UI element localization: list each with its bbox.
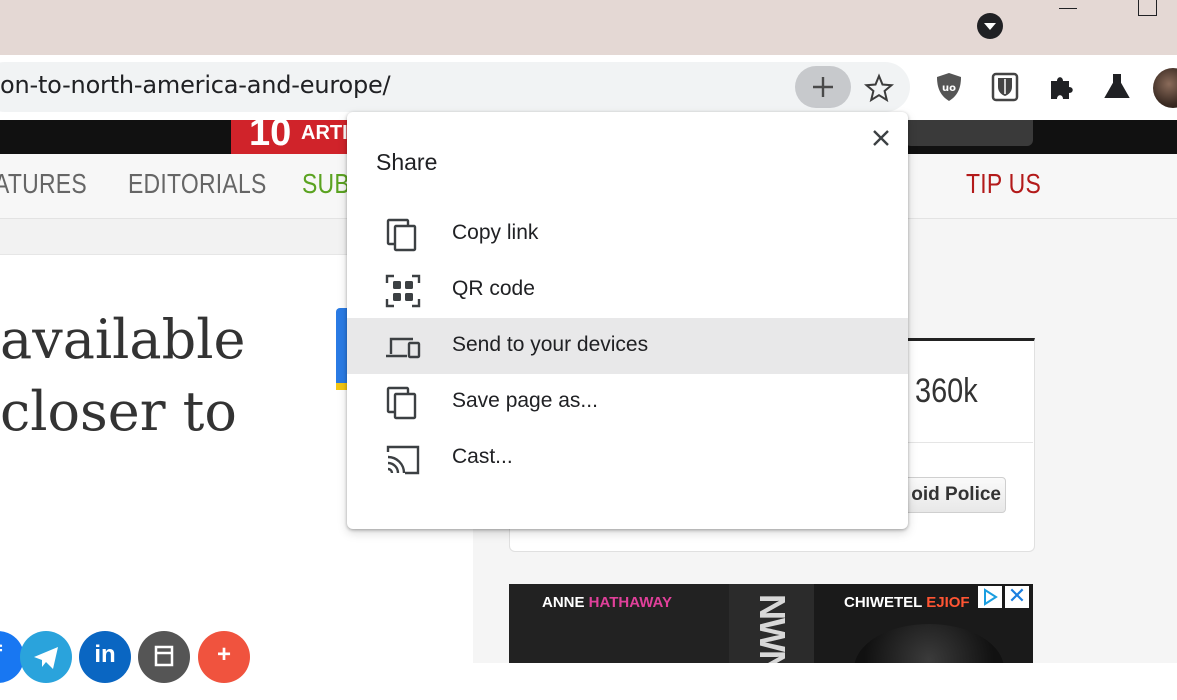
extensions-button[interactable] — [1044, 70, 1078, 104]
bitwarden-extension-button[interactable] — [988, 70, 1022, 104]
archive-icon — [154, 645, 174, 667]
ublock-shield-icon: uo — [937, 73, 961, 101]
url-text[interactable]: on-to-north-america-and-europe/ — [0, 71, 391, 99]
plus-icon — [813, 77, 833, 97]
share-item-qr-code[interactable]: QR code — [347, 262, 908, 318]
close-button[interactable] — [867, 124, 895, 152]
tab-search-button[interactable] — [977, 13, 1003, 39]
share-item-label: Send to your devices — [452, 333, 649, 356]
article-headline-line-2: closer to — [0, 380, 237, 443]
ad-vertical-title: NWN — [752, 594, 793, 663]
maximize-button[interactable] — [1138, 0, 1157, 16]
share-item-copy-link[interactable]: Copy link — [347, 206, 908, 262]
ad-name-left: ANNE HATHAWAY — [542, 594, 673, 611]
follower-count: 360k — [915, 372, 978, 410]
nav-editorials[interactable]: EDITORIALS — [128, 168, 267, 200]
article-headline-line-1: available — [0, 308, 246, 371]
ad-close-button[interactable]: ✕ — [1005, 585, 1029, 608]
share-button[interactable] — [795, 66, 851, 108]
devices-icon — [386, 337, 421, 359]
follow-button-label: oid Police — [911, 484, 1001, 505]
bookmark-star-button[interactable] — [862, 72, 896, 104]
flask-icon — [1104, 74, 1130, 98]
qr-code-icon — [385, 274, 421, 308]
ad-choices-icon — [984, 588, 998, 606]
bitwarden-shield-icon — [991, 72, 1019, 102]
more-share-button[interactable]: + — [198, 631, 250, 683]
close-icon — [873, 130, 889, 146]
ad-name-right: CHIWETEL EJIOF — [844, 594, 970, 611]
ublock-extension-button[interactable]: uo — [932, 70, 966, 104]
advertisement[interactable]: ANNE HATHAWAY NWN CHIWETEL EJIOF ✕ — [509, 584, 1033, 663]
nav-features[interactable]: ATURES — [0, 168, 87, 200]
ad-portrait — [854, 624, 1004, 663]
logo-number: 10 — [249, 120, 292, 154]
share-item-send-to-devices[interactable]: Send to your devices — [347, 318, 908, 374]
save-page-icon — [386, 386, 417, 420]
logo-word: ARTIC — [301, 122, 351, 144]
share-dialog: Share Copy link QR code Send to your dev… — [347, 112, 908, 529]
site-search-box[interactable] — [905, 120, 1033, 146]
labs-button[interactable] — [1100, 70, 1134, 104]
share-item-save-page[interactable]: Save page as... — [347, 374, 908, 430]
site-logo[interactable]: 10 ARTIC — [231, 120, 351, 154]
flipboard-share-button[interactable] — [138, 631, 190, 683]
linkedin-share-button[interactable]: in — [79, 631, 131, 683]
minimize-button[interactable] — [1059, 0, 1077, 9]
share-dialog-title: Share — [376, 149, 438, 175]
share-item-label: Save page as... — [452, 389, 598, 412]
telegram-icon — [34, 647, 58, 669]
share-item-cast[interactable]: Cast... — [347, 430, 908, 486]
puzzle-icon — [1051, 77, 1073, 99]
share-item-label: Cast... — [452, 445, 513, 468]
share-item-label: QR code — [452, 277, 535, 300]
ad-choices-button[interactable] — [978, 586, 1002, 608]
share-item-label: Copy link — [452, 221, 539, 244]
star-icon — [863, 73, 895, 103]
nav-tip-us[interactable]: TIP US — [966, 168, 1041, 200]
telegram-share-button[interactable] — [20, 631, 72, 683]
copy-icon — [386, 218, 417, 252]
cast-icon — [386, 445, 420, 475]
svg-text:uo: uo — [942, 83, 956, 94]
